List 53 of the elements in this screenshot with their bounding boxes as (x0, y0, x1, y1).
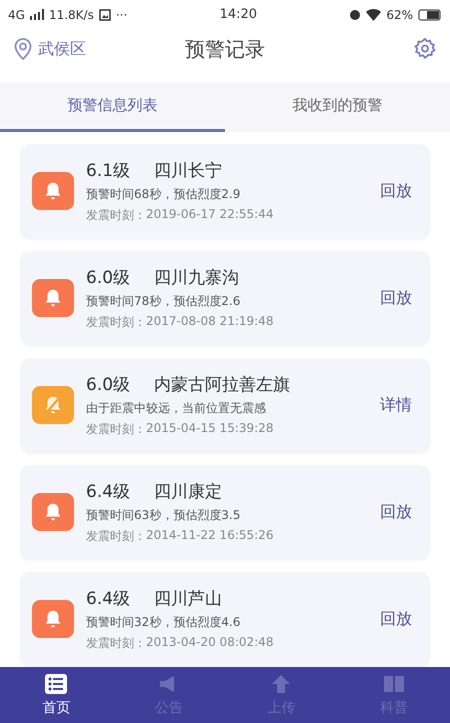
action-link[interactable]: 回放 (380, 502, 412, 523)
battery-icon (418, 8, 442, 20)
tab[interactable]: 我收到的预警 (225, 82, 450, 132)
network-speed: 11.8K/s (48, 8, 94, 22)
more-notifications: ··· (116, 8, 128, 22)
warning-detail: 预警时间78秒，预估烈度2.6 (86, 292, 242, 310)
clock-time: 14:20 (220, 7, 258, 22)
warning-card[interactable]: 6.0级 四川九寨沟 预警时间78秒，预估烈度2.6 发震时刻：2017-08-08 21:19:48 回放 (20, 250, 430, 346)
magnitude: 6.0级 (86, 374, 130, 396)
quake-time: 2015-04-15 15:39:28 (146, 420, 274, 437)
warning-detail: 预警时间32秒，预估烈度4.6 (86, 614, 242, 631)
quake-time: 2019-06-17 22:55:44 (146, 206, 274, 223)
quake-time: 2014-11-22 16:55:26 (146, 528, 274, 544)
epicenter: 四川康定 (154, 480, 222, 503)
location-label[interactable]: 武侯区 (38, 38, 86, 60)
quake-time-label: 发震时刻： (86, 634, 146, 652)
warning-card[interactable]: 6.0级 内蒙古阿拉善左旗 由于距震中较远，当前位置无震感 发震时刻：2015-04-15 15:39:28 详情 (20, 358, 430, 453)
location-pin-icon[interactable] (14, 38, 32, 60)
nav-tab[interactable]: 首页 (0, 666, 112, 723)
epicenter: 四川长宁 (154, 160, 222, 182)
warning-card[interactable]: 6.1级 四川长宁 预警时间68秒，预估烈度2.9 发震时刻：2019-06-17 22:55:44 回放 (20, 144, 430, 239)
quake-time-label: 发震时刻： (86, 206, 146, 224)
quake-time-label: 发震时刻： (86, 420, 146, 438)
magnitude: 6.1级 (86, 160, 130, 182)
page-title: 预警记录 (185, 36, 265, 63)
magnitude: 6.4级 (86, 480, 130, 503)
alarm-icon (349, 8, 362, 20)
warning-detail: 由于距震中较远，当前位置无震感 (86, 400, 267, 417)
epicenter: 四川芦山 (154, 588, 222, 610)
quake-time: 2013-04-20 08:02:48 (146, 634, 274, 651)
epicenter: 四川九寨沟 (154, 266, 240, 289)
epicenter: 内蒙古阿拉善左旗 (154, 374, 290, 396)
wifi-icon (366, 8, 382, 20)
warning-card[interactable]: 6.4级 四川康定 预警时间63秒，预估烈度3.5 发震时刻：2014-11-22 16:55:26 回放 (20, 464, 430, 560)
warning-card[interactable]: 6.4级 四川芦山 预警时间32秒，预估烈度4.6 发震时刻：2013-04-20 08:02:48 回放 (20, 572, 430, 667)
settings-icon[interactable] (414, 38, 436, 60)
tab[interactable]: 预警信息列表 (0, 82, 225, 132)
magnitude: 6.0级 (86, 266, 130, 289)
action-link[interactable]: 回放 (380, 180, 412, 202)
action-link[interactable]: 回放 (380, 288, 412, 309)
warning-detail: 预警时间68秒，预估烈度2.9 (86, 186, 242, 203)
quake-time-label: 发震时刻： (86, 314, 146, 331)
network-type: 4G (8, 8, 25, 22)
image-icon (98, 8, 111, 20)
signal-icon (30, 9, 44, 20)
list-icon (44, 672, 68, 695)
action-link[interactable]: 回放 (380, 608, 412, 630)
warning-detail: 预警时间63秒，预估烈度3.5 (86, 506, 242, 524)
battery-level: 62% (386, 8, 413, 22)
quake-time: 2017-08-08 21:19:48 (146, 314, 274, 330)
action-link[interactable]: 详情 (380, 394, 412, 416)
magnitude: 6.4级 (86, 588, 130, 610)
quake-time-label: 发震时刻： (86, 528, 146, 545)
